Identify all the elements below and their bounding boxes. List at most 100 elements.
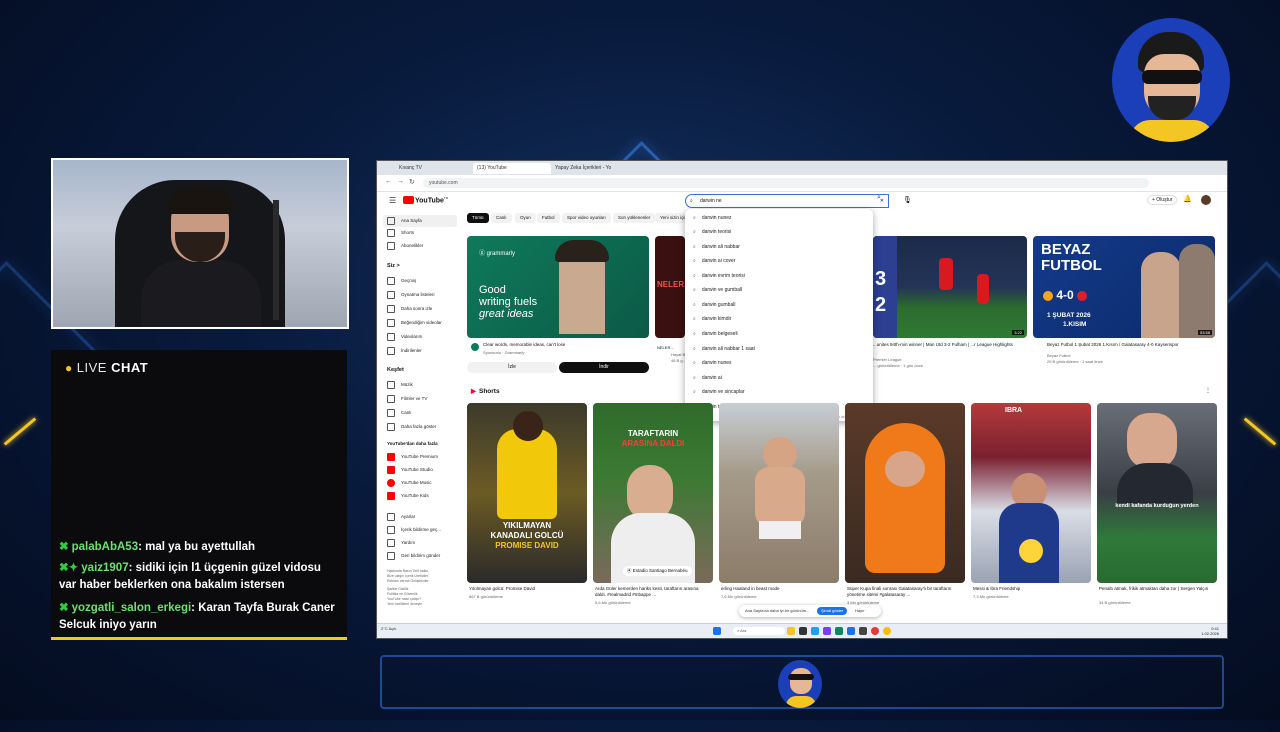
dismiss-button[interactable]: Hayır (855, 605, 865, 617)
windows-start-icon[interactable] (713, 627, 721, 635)
sidebar-item-kids[interactable]: YouTube Kids (387, 492, 429, 500)
sidebar-item-live[interactable]: Canlı (387, 409, 412, 417)
sidebar-item-subscriptions[interactable]: Abonelikler (387, 242, 423, 250)
channel-avatar[interactable] (471, 343, 479, 351)
forward-icon[interactable]: → (397, 178, 404, 185)
video-title[interactable]: Clear words, memorable ideas, can't lose (483, 342, 643, 348)
short-thumbnail[interactable]: YIKILMAYAN KANADALI GOLCÜ PROMISE DAVID (467, 403, 587, 583)
notifications-icon[interactable]: 🔔 (1183, 195, 1192, 203)
search-input[interactable]: ⌕ darwin ne ✕ (685, 194, 889, 208)
sidebar-footer-link[interactable]: Politika ve Güvenlik (387, 592, 418, 596)
sidebar-item-downloads[interactable]: İndirilenler (387, 347, 422, 355)
video-title[interactable]: Beyaz Futbol 1 Şubat 2026 1.Kısım / Gala… (1047, 342, 1213, 348)
video-channel[interactable]: Beyaz Futbol (1047, 353, 1070, 358)
chip[interactable]: Canlı (491, 213, 512, 223)
taskbar-clock[interactable]: 0:41 1.02.2026 (1201, 626, 1219, 636)
sidebar-item-history[interactable]: Geçmiş (387, 277, 416, 285)
sidebar-item-help[interactable]: Yardım (387, 539, 415, 547)
taskbar-search[interactable]: ⌕ Ara (733, 627, 785, 635)
taskbar-app-icon[interactable] (859, 627, 867, 635)
suggestion-item[interactable]: ⌕ darwin evrim teorisi (693, 273, 745, 279)
reload-icon[interactable]: ↻ (409, 178, 415, 186)
sidebar-item-studio[interactable]: YouTube Studio (387, 466, 433, 474)
video-thumbnail[interactable]: 32 3:22 (873, 236, 1027, 338)
sidebar-item-music-app[interactable]: YouTube Music (387, 479, 432, 487)
browser-tab[interactable]: Yapay Zeka İçerikleri - Yo (551, 163, 629, 174)
sidebar-item-liked[interactable]: Beğendiğim videolar (387, 319, 442, 327)
back-icon[interactable]: ← (385, 178, 392, 185)
sidebar-footer-link[interactable]: Hakkında Basın Telif hakkı (387, 569, 428, 573)
short-title[interactable]: erling Haaland in beast mode (721, 586, 831, 592)
chip[interactable]: Son yüklenenler (613, 213, 656, 223)
suggestion-item[interactable]: ⌕ darwin ali nabbar 1 saat (693, 346, 755, 352)
taskbar-app-icon[interactable] (811, 627, 819, 635)
taskbar-app-icon[interactable] (883, 627, 891, 635)
sidebar-item-show-more[interactable]: Daha fazla göster (387, 423, 436, 431)
sidebar-item-premium[interactable]: YouTube Premium (387, 453, 438, 461)
chip-all[interactable]: Tümü (467, 213, 489, 223)
short-title[interactable]: Yıkılmayan golcü: Promise David (469, 586, 579, 592)
video-thumbnail[interactable]: BEYAZ FUTBOL 4-0 1 ŞUBAT 2026 1.KISIM 53… (1033, 236, 1215, 338)
sidebar-item-home[interactable]: Ana Sayfa (383, 215, 457, 227)
sidebar-item-settings[interactable]: Ayarlar (387, 513, 415, 521)
watch-button[interactable]: İzle (467, 362, 557, 373)
microphone-icon[interactable]: 🎙 (903, 196, 912, 204)
more-options-icon[interactable]: ⋮ (1205, 387, 1211, 394)
taskbar-app-icon[interactable] (823, 627, 831, 635)
sidebar-item-movies[interactable]: Filmler ve TV (387, 395, 427, 403)
suggestion-item[interactable]: ⌕ darwin nunes (693, 360, 732, 366)
weather-widget[interactable]: 2°C Açık (381, 626, 396, 631)
short-thumbnail[interactable]: kendi kafanda kurduğun yerden (1097, 403, 1217, 583)
file-explorer-icon[interactable] (787, 627, 795, 635)
browser-tab[interactable]: Kıvanç TV (395, 163, 473, 174)
browser-tab-active[interactable]: (13) YouTube (473, 163, 551, 174)
video-channel[interactable]: Sponsorlu · Grammarly (483, 350, 524, 355)
suggestion-item[interactable]: ⌕ darwin ve gumball (693, 287, 742, 293)
chip[interactable]: Futbol (537, 213, 560, 223)
chip[interactable]: Spor video oyunları (562, 213, 611, 223)
sidebar-footer-link[interactable]: Şartlar Gizlilik (387, 587, 408, 591)
video-thumbnail[interactable]: NELER... (655, 236, 685, 338)
sidebar-you-header[interactable]: Siz > (387, 263, 400, 269)
sidebar-footer-link[interactable]: Bize ulaşın İçerik Üreticiler (387, 574, 428, 578)
short-thumbnail[interactable] (845, 403, 965, 583)
create-button[interactable]: + Oluştur (1147, 195, 1178, 205)
taskbar-app-icon[interactable] (847, 627, 855, 635)
show-now-button[interactable]: Şimdi göster (817, 607, 848, 615)
short-thumbnail[interactable] (719, 403, 839, 583)
suggestion-item[interactable]: ⌕ darwin gumball (693, 302, 735, 308)
account-avatar[interactable] (1201, 195, 1211, 205)
suggestion-item[interactable]: ⌕ darwin kimdir (693, 316, 731, 322)
url-field[interactable]: youtube.com (423, 178, 1149, 188)
sidebar-item-your-videos[interactable]: Videolarım (387, 333, 422, 341)
suggestion-item[interactable]: ⌕ darwin ali nabbar (693, 244, 740, 250)
suggestion-item[interactable]: ⌕ darwin ai (693, 375, 722, 381)
short-thumbnail[interactable]: IBRA (971, 403, 1091, 583)
search-button[interactable]: ⌕ (877, 194, 891, 208)
sidebar-item-playlists[interactable]: Oynatma listeleri (387, 291, 435, 299)
menu-icon[interactable]: ☰ (389, 196, 396, 205)
taskbar-app-icon[interactable] (835, 627, 843, 635)
sidebar-footer-link[interactable]: YouTube nasıl çalışır? (387, 597, 421, 601)
suggestion-item[interactable]: ⌕ darwin teorisi (693, 229, 731, 235)
taskbar-app-icon[interactable] (799, 627, 807, 635)
sidebar-item-feedback[interactable]: Geri bildirim gönder (387, 552, 440, 560)
short-title[interactable]: Süper Kupa finali sonrası Galatasaray'lı… (847, 586, 957, 598)
suggestion-item[interactable]: ⌕ darwin ve sincaplar (693, 389, 745, 395)
video-thumbnail-ad[interactable]: ⓖ grammarly Good writing fuels great ide… (467, 236, 649, 338)
chrome-icon[interactable] (871, 627, 879, 635)
sidebar-item-music[interactable]: Müzik (387, 381, 413, 389)
youtube-logo[interactable]: YouTubeTR (403, 196, 448, 205)
short-thumbnail[interactable]: TARAFTARIN ARASINA DALDI ⦿ Estadio Santi… (593, 403, 713, 583)
suggestion-item[interactable]: ⌕ darwin belgeseli (693, 331, 738, 337)
video-title[interactable]: ...unites 94th-min winner | Man Utd 3-2 … (873, 342, 1023, 348)
video-title[interactable]: NELER... (657, 345, 674, 350)
sidebar-item-watch-later[interactable]: Daha sonra izle (387, 305, 432, 313)
download-button[interactable]: İndir (559, 362, 649, 373)
suggestion-item[interactable]: ⌕ darwin ai cover (693, 258, 735, 264)
suggestion-item[interactable]: ⌕ darwin nunez (693, 215, 732, 221)
short-title[interactable]: Messi & Ibra Friendship (973, 586, 1083, 592)
short-title[interactable]: Penaltı atmak, frikik atmaktan daha zor … (1099, 586, 1209, 592)
sidebar-footer-link[interactable]: Yeni özellikleri deneyin (387, 602, 422, 606)
sidebar-item-report[interactable]: İçerik bildirme geç... (387, 526, 441, 534)
